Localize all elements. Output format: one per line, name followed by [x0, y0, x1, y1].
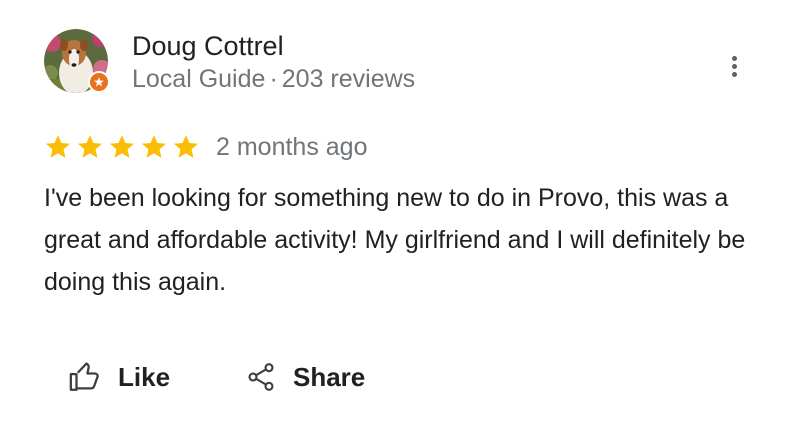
meta-separator: ·: [269, 65, 278, 93]
reviewer-name[interactable]: Doug Cottrel: [132, 31, 284, 62]
reviewer-meta: Local Guide · 203 reviews: [132, 65, 415, 94]
star-icon: [45, 135, 71, 158]
more-dot: [731, 63, 737, 69]
share-button[interactable]: Share: [245, 355, 365, 399]
star-icon: [173, 135, 199, 158]
like-label: Like: [118, 361, 171, 392]
star-icon: [77, 135, 103, 158]
thumbs-up-icon: [69, 362, 99, 391]
reviewer-avatar[interactable]: [44, 29, 110, 93]
like-button[interactable]: Like: [68, 355, 170, 399]
more-dot: [731, 55, 737, 61]
share-icon: [248, 363, 274, 391]
rating-row: 2 months ago: [44, 130, 368, 164]
star-icon: [109, 135, 135, 158]
more-vert-icon[interactable]: [720, 48, 748, 84]
review-count: 203 reviews: [281, 65, 416, 93]
share-label: Share: [293, 361, 366, 392]
review-card: Doug Cottrel Local Guide · 203 reviews 2 m…: [0, 0, 786, 442]
review-text: I've been looking for something new to d…: [44, 184, 746, 296]
star-icon: [141, 135, 167, 158]
badge-star-icon: [94, 77, 104, 87]
local-guide-badge-icon: [88, 71, 110, 93]
star-rating: [44, 133, 200, 161]
more-dot: [731, 71, 737, 77]
local-guide-label: Local Guide: [132, 65, 266, 93]
review-time: 2 months ago: [216, 132, 368, 161]
